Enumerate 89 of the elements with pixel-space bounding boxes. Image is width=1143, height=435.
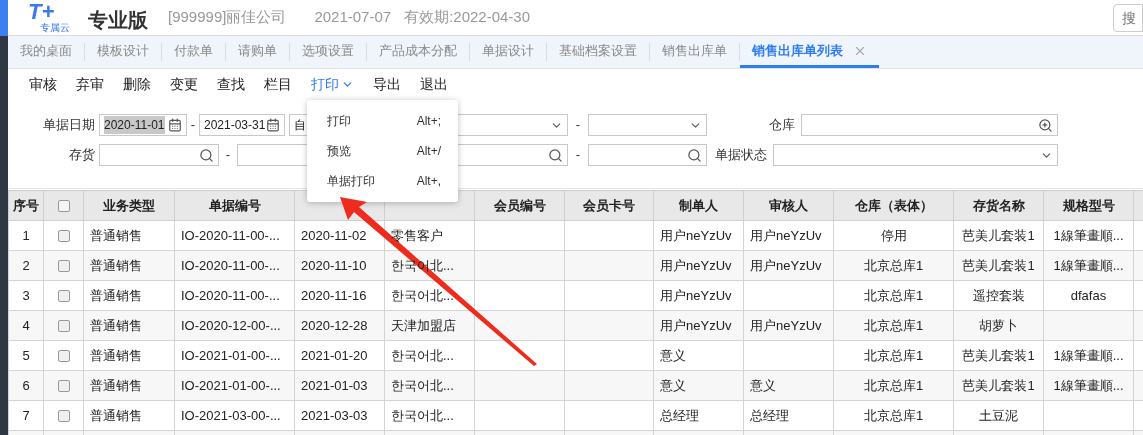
table-cell: 2020-11-16 [301, 287, 367, 303]
table-cell: 1線筆畫順... [1053, 227, 1124, 243]
table-cell: IO-2021-01-00-... [181, 347, 281, 363]
table-cell: 7 [22, 407, 30, 423]
table-cell: 2020-11-10 [301, 257, 367, 273]
table-cell: 意义 [660, 377, 686, 393]
column-header: 仓库（表体） [833, 190, 954, 221]
table-cell: 天津加盟店 [391, 317, 456, 333]
validity-date: 有效期:2022-04-30 [404, 7, 531, 28]
table-cell: 4 [22, 317, 30, 333]
table-cell: IO-2020-11-00-... [181, 287, 280, 303]
range-dash: - [575, 116, 581, 135]
current-date: 2021-07-07 [314, 7, 392, 28]
table-cell: 2021-01-03 [301, 377, 368, 393]
table-cell: 1線筆畫順... [1053, 377, 1124, 393]
filter-label: 单据状态 [715, 146, 767, 165]
table-cell: IO-2020-11-00-... [181, 257, 280, 273]
table-cell: 总经理 [750, 407, 789, 423]
table-cell: 普通销售 [90, 377, 142, 393]
range-dash: - [225, 146, 231, 165]
table-cell: 1 [22, 227, 30, 243]
table-cell: 用户neYzUv [660, 317, 732, 333]
column-header: 制单人 [653, 190, 744, 221]
table-cell: 한국어北... [391, 377, 454, 393]
table-cell: 北京总库1 [863, 347, 924, 363]
table-cell: 零售客户 [391, 227, 443, 243]
table-cell: 芭美儿套装1 [962, 227, 1035, 243]
column-header: 规格型号 [1043, 190, 1134, 221]
table-cell: 6 [22, 377, 30, 393]
table-cell: 遥控套装 [972, 287, 1025, 303]
table-cell: 意义 [660, 347, 686, 363]
column-header: 序号 [8, 190, 44, 221]
table-cell: 用户neYzUv [660, 257, 732, 273]
filter-label: 存货 [69, 146, 95, 165]
table-cell: 한국어北... [391, 407, 454, 423]
filter-label: 单据日期 [43, 116, 95, 135]
table-cell: 普通销售 [90, 407, 142, 423]
table-cell: 用户neYzUv [750, 317, 822, 333]
column-header: 会员编号 [474, 190, 565, 221]
column-header: 存货名称 [953, 190, 1044, 221]
table-cell: 5 [22, 347, 30, 363]
column-header: 单据编号 [174, 190, 295, 221]
table-cell: 北京总库1 [863, 317, 924, 333]
table-cell: IO-2020-11-00-... [181, 227, 280, 243]
table-cell: 土豆泥 [979, 407, 1018, 423]
table-cell: 停用 [880, 227, 907, 243]
table-cell: 普通销售 [90, 257, 142, 273]
table-cell: 胡萝卜 [979, 317, 1018, 333]
table-cell: 2021-03-03 [301, 407, 368, 423]
range-dash: - [575, 146, 581, 165]
table-cell: dfafas [1070, 287, 1107, 303]
column-header: 审核人 [743, 190, 834, 221]
table-cell: 北京总库1 [863, 407, 924, 423]
logo-mark: T+ [28, 0, 55, 23]
table-cell: 用户neYzUv [660, 287, 732, 303]
column-header: 会员卡号 [564, 190, 654, 221]
table-cell: 3 [22, 287, 30, 303]
table-cell: IO-2021-03-00-... [181, 407, 281, 423]
table-cell: 芭美儿套装1 [962, 347, 1035, 363]
table-cell: 1線筆畫順... [1053, 257, 1124, 273]
table-cell: IO-2020-12-00-... [181, 317, 281, 333]
column-header: 业务类型 [83, 190, 175, 221]
table-cell: 普通销售 [90, 317, 142, 333]
company-name: [999999]丽佳公司 [168, 7, 287, 28]
filter-label: 仓库 [769, 116, 795, 135]
table-cell: 普通销售 [90, 227, 142, 243]
table-cell: 2 [22, 257, 30, 273]
table-cell: 北京总库1 [863, 257, 924, 273]
table-cell: 北京总库1 [863, 287, 924, 303]
table-cell: 한국어北... [391, 287, 454, 303]
table-cell: 意义 [750, 377, 776, 393]
table-cell: IO-2021-01-00-... [181, 377, 281, 393]
table-cell: 用户neYzUv [750, 227, 822, 243]
logo-subtitle: 专属云 [40, 22, 70, 33]
table-cell: 用户neYzUv [750, 257, 822, 273]
table-cell: 2021-01-20 [301, 347, 368, 363]
table-cell: 普通销售 [90, 287, 142, 303]
table-cell: 普通销售 [90, 347, 142, 363]
table-cell: 总经理 [660, 407, 699, 423]
table-cell: 芭美儿套装1 [962, 377, 1035, 393]
table-cell: 한국어北... [391, 347, 454, 363]
table-cell: 2020-11-02 [301, 227, 367, 243]
range-dash: - [190, 116, 196, 135]
table-cell: 北京总库1 [863, 377, 924, 393]
table-cell: 1線筆畫順... [1053, 347, 1124, 363]
table-cell: 芭美儿套装1 [962, 257, 1035, 273]
edition-title: 专业版 [88, 9, 148, 30]
table-cell: 用户neYzUv [660, 227, 732, 243]
table-cell: 2020-12-28 [301, 317, 368, 333]
